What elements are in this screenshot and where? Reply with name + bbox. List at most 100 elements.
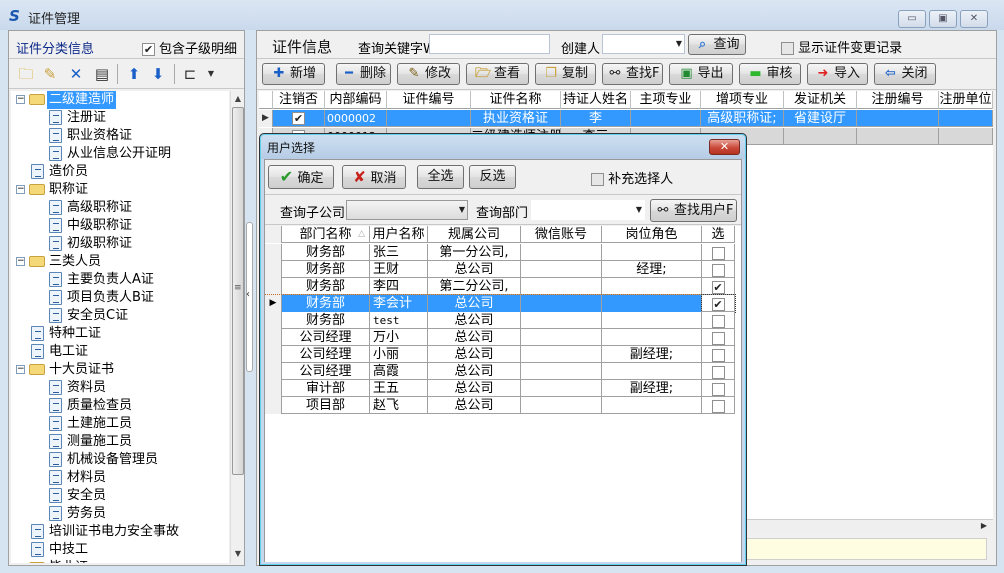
select-cell[interactable] (702, 278, 735, 295)
cancel-button[interactable]: ✘ 取消 (342, 165, 406, 189)
select-cell[interactable] (702, 346, 735, 363)
table-row[interactable]: 项目部 赵飞 总公司 (265, 397, 735, 414)
select-user-checkbox[interactable] (711, 399, 725, 413)
toolbar-button-9[interactable]: ➜ 导入 (807, 63, 868, 85)
dialog-titlebar[interactable]: 用户选择 ✕ (261, 135, 745, 159)
select-cell[interactable] (702, 261, 735, 278)
tree-item[interactable]: 测量施工员 (11, 433, 229, 451)
column-header[interactable]: 注册单位 (939, 91, 993, 109)
tree-item[interactable]: − 二级建造师 (11, 91, 229, 109)
column-header[interactable]: 证件编号 (387, 91, 471, 109)
select-user-checkbox[interactable] (711, 280, 725, 294)
subcompany-select[interactable]: ▼ (346, 200, 468, 220)
select-user-checkbox[interactable] (711, 348, 725, 362)
column-header[interactable]: 发证机关 (784, 91, 857, 109)
tree-item[interactable]: 职业资格证 (11, 127, 229, 145)
tree-item[interactable]: − 三类人员 (11, 253, 229, 271)
tree-item[interactable]: 从业信息公开证明 (11, 145, 229, 163)
chevron-down-icon[interactable]: ▼ (459, 205, 465, 214)
tree-item[interactable]: 项目负责人B证 (11, 289, 229, 307)
move-down-icon[interactable]: ⬇ (149, 65, 167, 83)
query-button[interactable]: ⌕ 查询 (688, 34, 746, 55)
column-header[interactable]: 持证人姓名 (561, 91, 631, 109)
properties-icon[interactable]: ▤ (93, 65, 111, 83)
toolbar-button-6[interactable]: ⚯ 查找F (602, 63, 663, 85)
select-cell[interactable] (701, 294, 736, 313)
user-grid[interactable]: 部门名称 △ 用户名称 规属公司 微信账号 岗位角色选 财务部 张三 第一分公司, 财务部 王财总… (265, 226, 741, 562)
select-user-checkbox[interactable] (711, 263, 725, 277)
dialog-close-button[interactable]: ✕ (709, 139, 740, 155)
panel-splitter[interactable]: ‹ (246, 222, 253, 372)
toolbar-button-7[interactable]: ▣ 导出 (669, 63, 733, 85)
select-user-checkbox[interactable] (711, 314, 725, 328)
include-children-checkbox[interactable]: 包含子级明细 (142, 38, 237, 57)
table-row[interactable]: 审计部 王五 总公司 副经理; (265, 380, 735, 397)
cancelled-cell[interactable] (273, 110, 325, 127)
tree-item[interactable]: 资料员 (11, 379, 229, 397)
select-cell[interactable] (702, 244, 735, 261)
department-select[interactable]: ▼ (531, 200, 645, 220)
include-children-check-icon[interactable] (142, 43, 155, 56)
show-changes-checkbox[interactable]: 显示证件变更记录 (781, 37, 902, 56)
edit-folder-icon[interactable]: ✎ (41, 65, 59, 83)
show-changes-check-icon[interactable] (781, 42, 794, 55)
table-row[interactable]: 财务部 李四 第二分公司, (265, 278, 735, 295)
table-row[interactable]: 公司经理 高霞 总公司 (265, 363, 735, 380)
tree-item[interactable]: 土建施工员 (11, 415, 229, 433)
select-cell[interactable] (702, 329, 735, 346)
toolbar-button-3[interactable]: ✎ 修改 (397, 63, 460, 85)
column-header[interactable]: 部门名称 △ (282, 226, 370, 243)
column-header[interactable]: 用户名称 (370, 226, 428, 243)
tree-item[interactable]: 注册证 (11, 109, 229, 127)
collapse-icon[interactable]: − (16, 257, 25, 266)
tree-item[interactable]: 特种工证 (11, 325, 229, 343)
select-user-checkbox[interactable] (711, 365, 725, 379)
chevron-down-icon[interactable]: ▼ (676, 39, 682, 48)
tree-item[interactable]: −毕业证 (11, 559, 229, 563)
column-header[interactable]: 规属公司 (428, 226, 521, 243)
column-header[interactable]: 证件名称 (471, 91, 561, 109)
select-all-button[interactable]: 全选 (417, 165, 464, 189)
scroll-up-icon[interactable]: ▲ (231, 92, 245, 106)
table-row[interactable]: 财务部 test 总公司 (265, 312, 735, 329)
tree-item[interactable]: 中技工 (11, 541, 229, 559)
toolbar-button-5[interactable]: ❐ 复制 (535, 63, 596, 85)
add-folder-icon[interactable]: 🗀 (17, 65, 35, 83)
select-cell[interactable] (702, 312, 735, 329)
collapse-icon[interactable]: − (16, 95, 25, 104)
tree-item[interactable]: 机械设备管理员 (11, 451, 229, 469)
supplement-checkbox[interactable]: 补充选择人 (591, 168, 673, 187)
column-header[interactable]: 注销否 (273, 91, 325, 109)
table-row[interactable]: 财务部 王财 总公司 经理; (265, 261, 735, 278)
collapse-icon[interactable]: − (16, 365, 25, 374)
tree-item[interactable]: − 十大员证书 (11, 361, 229, 379)
table-row[interactable]: 财务部 张三 第一分公司, (265, 244, 735, 261)
ok-button[interactable]: ✔ 确定 (268, 165, 334, 189)
table-row[interactable]: 公司经理 万小 总公司 (265, 329, 735, 346)
scroll-right-icon[interactable]: ▶ (981, 521, 987, 530)
column-header[interactable]: 增项专业 (701, 91, 784, 109)
column-header[interactable]: 主项专业 (631, 91, 701, 109)
column-header[interactable]: 选 (702, 226, 735, 243)
table-row[interactable]: 公司经理 小丽 总公司 副经理; (265, 346, 735, 363)
supplement-check-icon[interactable] (591, 173, 604, 186)
collapse-left-icon[interactable]: ‹ (246, 289, 250, 300)
column-header[interactable]: 微信账号 (521, 226, 602, 243)
tree-item[interactable]: 电工证 (11, 343, 229, 361)
minimize-button[interactable]: ▭ (898, 10, 926, 28)
toolbar-button-2[interactable]: ━ 删除 (336, 63, 391, 85)
tree-item[interactable]: 初级职称证 (11, 235, 229, 253)
tree-scrollbar[interactable]: ▲ ▼ (230, 91, 244, 563)
select-user-checkbox[interactable] (711, 331, 725, 345)
select-cell[interactable] (702, 380, 735, 397)
toolbar-button-1[interactable]: ✚ 新增 (262, 63, 325, 85)
close-window-button[interactable]: ✕ (960, 10, 988, 28)
tree-item[interactable]: 材料员 (11, 469, 229, 487)
tree-item[interactable]: 安全员 (11, 487, 229, 505)
select-user-checkbox[interactable] (711, 246, 725, 260)
maximize-button[interactable]: ▣ (929, 10, 957, 28)
scrollbar-thumb[interactable] (232, 107, 244, 475)
chevron-down-icon[interactable]: ▼ (636, 205, 642, 214)
tree-item[interactable]: 主要负责人A证 (11, 271, 229, 289)
keyword-input[interactable] (429, 34, 550, 54)
